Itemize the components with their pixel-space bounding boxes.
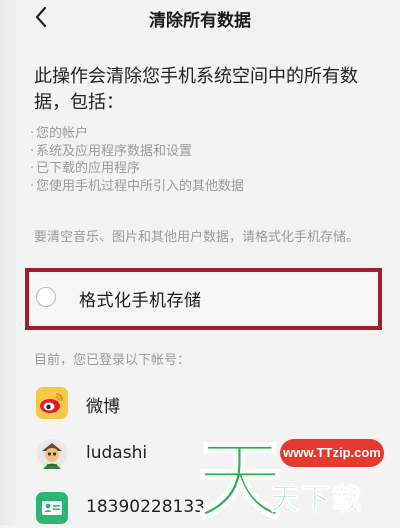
account-row-weibo[interactable]: 微博: [36, 383, 366, 423]
left-edge: [0, 0, 18, 525]
clear-data-page: 清除所有数据 此操作会清除您手机系统空间中的所有数据，包括： 您的帐户 系统及应…: [0, 0, 400, 525]
account-name: 18390228133: [86, 497, 205, 517]
intro-text: 此操作会清除您手机系统空间中的所有数据，包括：: [34, 66, 358, 113]
format-note: 要清空音乐、图片和其他用户数据，请格式化手机存储。: [34, 230, 360, 245]
contact-card-icon: [36, 492, 68, 524]
account-name: ludashi: [86, 443, 148, 463]
list-item: 您的帐户: [30, 125, 370, 143]
ludashi-avatar-icon: [37, 439, 67, 469]
weibo-icon: [36, 387, 68, 419]
account-row-ludashi[interactable]: ludashi: [36, 434, 366, 474]
account-row-phone[interactable]: 18390228133: [36, 488, 366, 528]
accounts-title: 目前，您已登录以下帐号：: [34, 353, 191, 368]
list-item: 系统及应用程序数据和设置: [30, 143, 370, 161]
page-title: 清除所有数据: [149, 11, 251, 31]
header: 清除所有数据: [0, 0, 400, 40]
format-storage-option[interactable]: 格式化手机存储: [25, 268, 382, 330]
list-item: 您使用手机过程中所引入的其他数据: [30, 178, 370, 196]
account-name: 微博: [86, 397, 120, 417]
format-storage-label: 格式化手机存储: [79, 291, 202, 311]
data-list: 您的帐户 系统及应用程序数据和设置 已下载的应用程序 您使用手机过程中所引入的其…: [30, 125, 370, 195]
list-item: 已下载的应用程序: [30, 160, 370, 178]
format-radio[interactable]: [36, 287, 56, 307]
